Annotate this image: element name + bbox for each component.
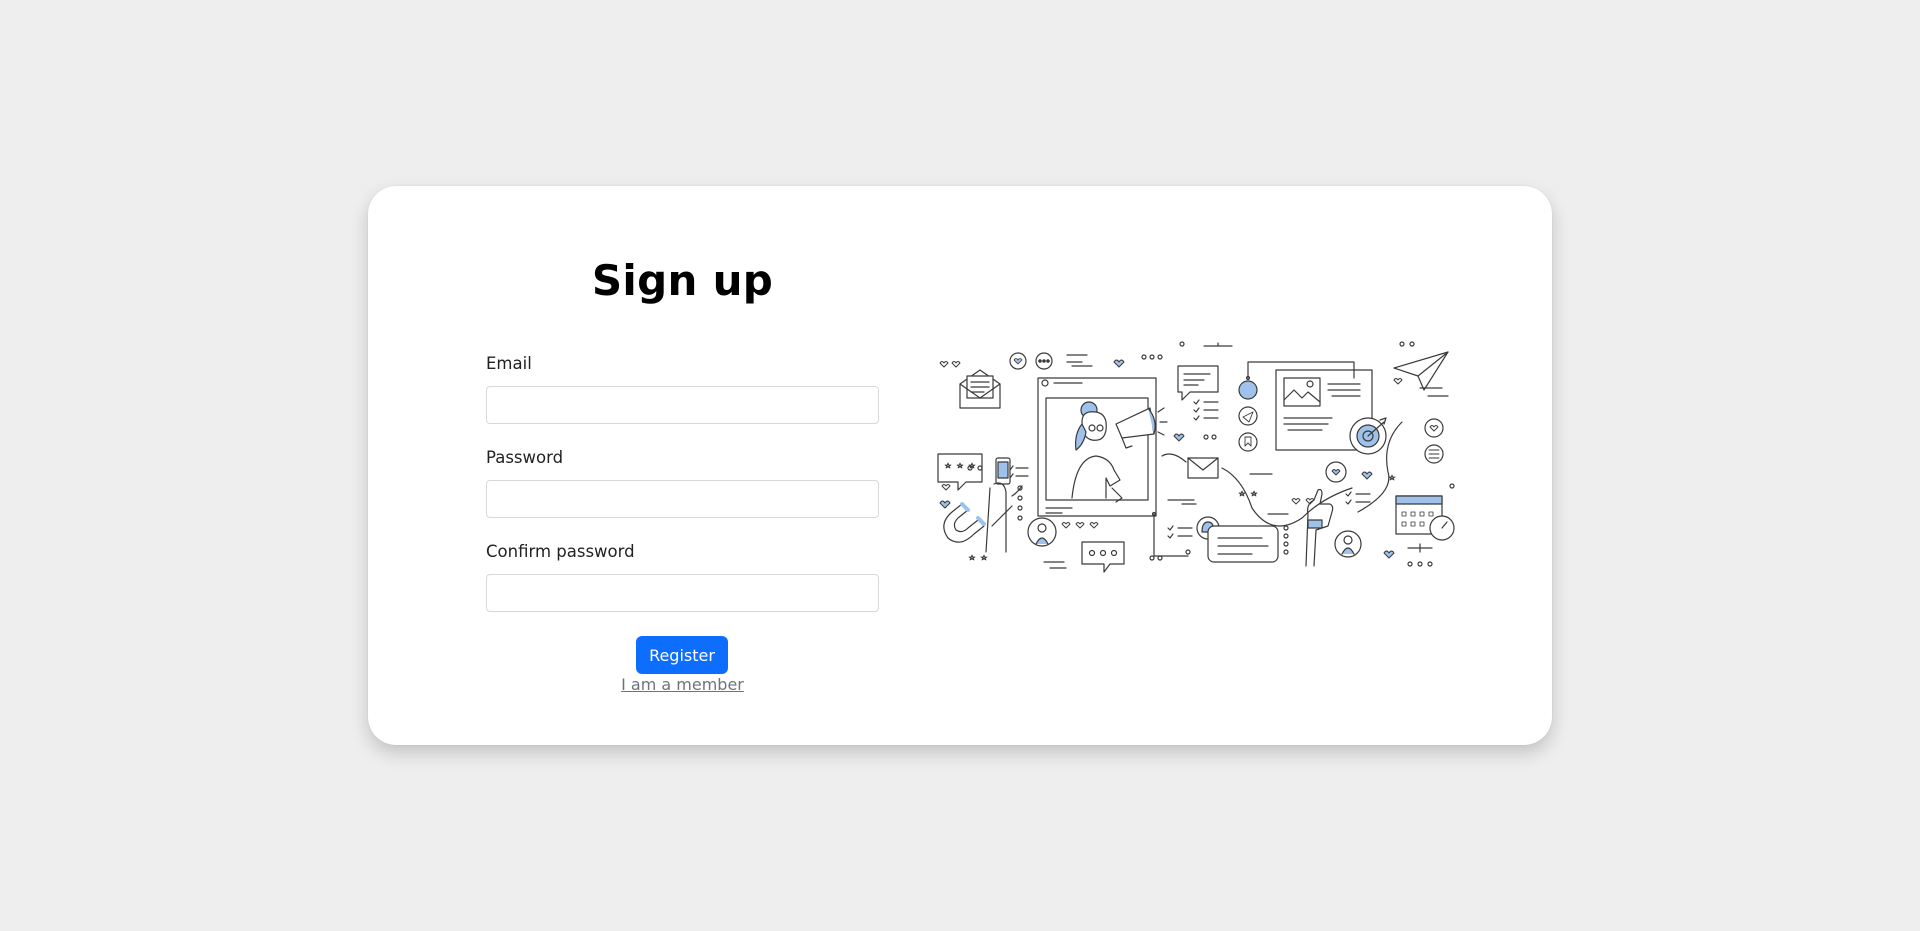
signup-card: Sign up Email Password Confirm password …: [368, 186, 1552, 745]
confirm-password-field[interactable]: [486, 574, 879, 612]
signup-form: Sign up Email Password Confirm password …: [486, 186, 879, 745]
email-field[interactable]: [486, 386, 879, 424]
member-login-link[interactable]: I am a member: [486, 675, 879, 694]
profile-frame: [1037, 377, 1168, 517]
page-title: Sign up: [591, 256, 774, 305]
paper-plane-icon: [1393, 351, 1449, 391]
password-label: Password: [486, 448, 564, 467]
password-field[interactable]: [486, 480, 879, 518]
email-label: Email: [486, 354, 532, 373]
calendar-icon: [1395, 495, 1455, 541]
register-button[interactable]: Register: [636, 636, 728, 674]
confirm-password-label: Confirm password: [486, 542, 635, 561]
envelope-icon: [959, 369, 1001, 409]
marketing-illustration: [937, 341, 1455, 573]
